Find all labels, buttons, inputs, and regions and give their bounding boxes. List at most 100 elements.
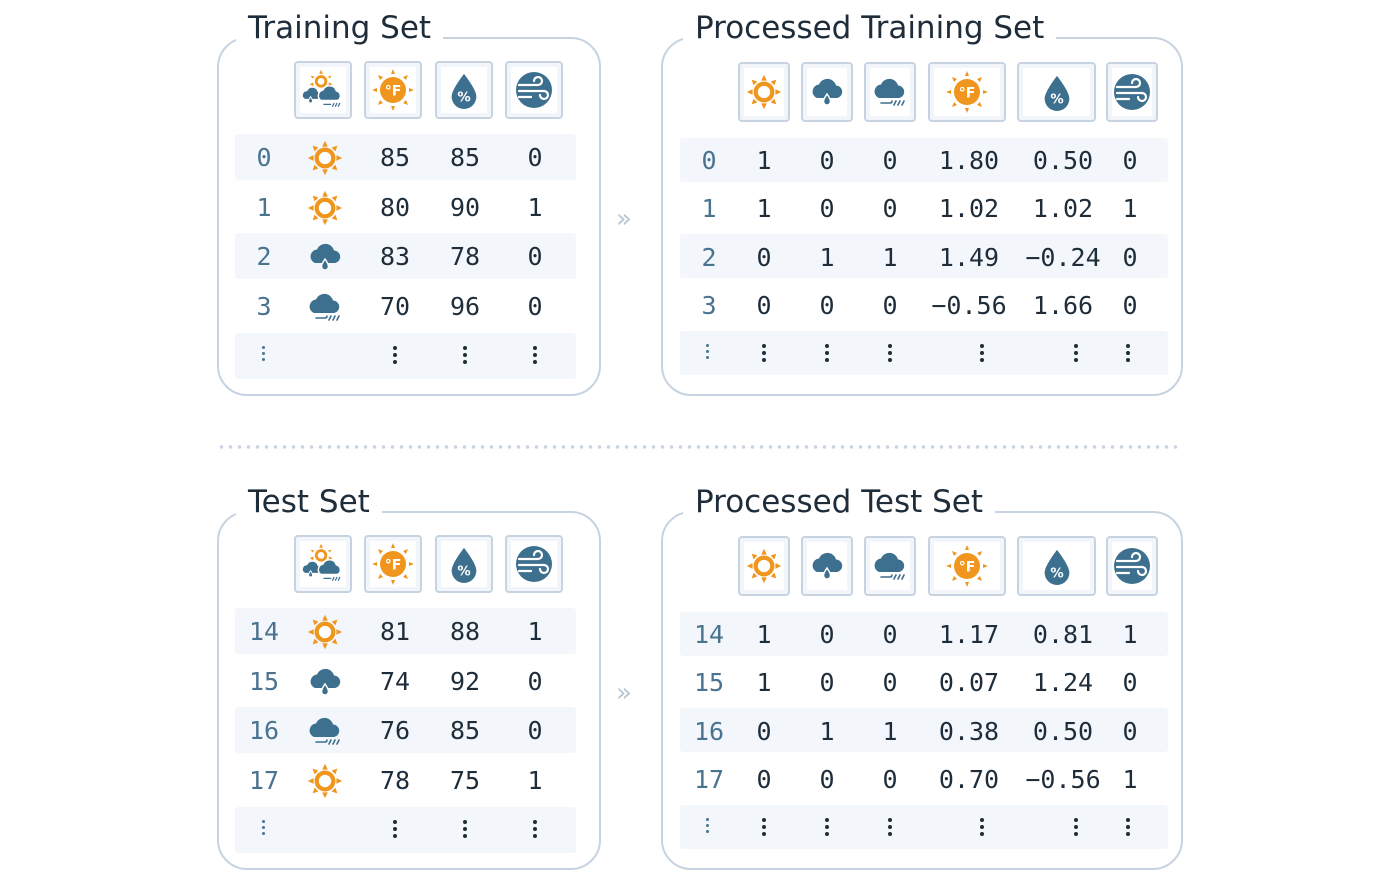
humidity-value: 78: [449, 242, 481, 271]
wind-header: [505, 61, 563, 119]
rain-cloud-header: [801, 62, 853, 122]
temperature-value: 80: [379, 192, 411, 222]
humidity-scaled-value: 0.50: [1032, 146, 1094, 175]
transform-arrow: »: [616, 204, 632, 234]
windy-cloud-icon: [870, 546, 910, 586]
humidity-scaled-value: 1.02: [1032, 194, 1094, 224]
thermometer-fahrenheit-icon: [370, 541, 416, 587]
row-band: [680, 331, 1168, 375]
temperature-value: 81: [379, 617, 411, 646]
wind-icon: [514, 544, 554, 584]
wind-value: 1: [1122, 764, 1138, 794]
thermometer-fahrenheit-header: [928, 62, 1006, 122]
wind-value: 0: [527, 716, 543, 745]
humidity-drop-header: [1017, 62, 1096, 122]
windy-cloud-header: [864, 536, 916, 596]
temperature-header: [364, 535, 422, 593]
wind-icon: [1112, 546, 1152, 586]
thermometer-fahrenheit-icon: [944, 543, 990, 589]
humidity-scaled-value: 0.50: [1032, 716, 1094, 746]
ellipsis-dots: [533, 820, 537, 841]
thermometer-fahrenheit-header: [928, 536, 1006, 596]
rainy-onehot-value: 0: [819, 194, 835, 224]
ellipsis-dots: [463, 820, 467, 841]
rain-cloud-icon: [807, 546, 847, 586]
sunny-onehot-value: 0: [756, 242, 772, 272]
cloudy-onehot-value: 0: [882, 668, 898, 698]
wind-value: 1: [1122, 194, 1138, 224]
row-index: 15: [693, 668, 725, 698]
rainy-onehot-value: 0: [819, 764, 835, 794]
temperature-value: 76: [379, 716, 411, 745]
humidity-scaled-value: 1.66: [1032, 290, 1094, 320]
ellipsis-dots: [262, 346, 266, 364]
sunny-onehot-value: 0: [756, 290, 772, 320]
wind-header: [1106, 536, 1158, 596]
rainy-onehot-value: 0: [819, 290, 835, 320]
humidity-scaled-value: 0.81: [1032, 620, 1094, 649]
rainy-onehot-value: 0: [819, 668, 835, 698]
processed-test-set-title: Processed Test Set: [683, 480, 996, 524]
rain-cloud-icon: [305, 662, 345, 702]
sunny-onehot-value: 0: [756, 716, 772, 746]
row-index: 1: [701, 194, 717, 224]
ellipsis-dots: [463, 346, 467, 367]
row-index: 14: [248, 617, 280, 646]
ellipsis-dots: [888, 344, 892, 365]
ellipsis-dots: [1074, 818, 1078, 839]
wind-value: 0: [527, 143, 543, 172]
windy-cloud-icon: [305, 287, 345, 327]
row-index: 2: [256, 242, 272, 271]
sun-icon: [306, 613, 344, 651]
ellipsis-dots: [825, 818, 829, 839]
sunny-onehot-value: 0: [756, 764, 772, 794]
wind-icon: [514, 70, 554, 110]
sun-icon: [306, 762, 344, 800]
cloudy-onehot-value: 1: [882, 242, 898, 272]
row-index: 1: [256, 192, 272, 222]
humidity-drop-icon: [1038, 73, 1076, 111]
rain-cloud-icon: [807, 72, 847, 112]
row-index: 16: [248, 716, 280, 745]
row-index: 16: [693, 716, 725, 746]
humidity-drop-icon: [1038, 547, 1076, 585]
cloudy-onehot-value: 0: [882, 146, 898, 175]
row-index: 17: [248, 765, 280, 795]
ellipsis-dots: [888, 818, 892, 839]
wind-header: [505, 535, 563, 593]
wind-value: 0: [527, 242, 543, 271]
wind-value: 0: [1122, 290, 1138, 320]
row-index: 0: [701, 146, 717, 175]
cloudy-onehot-value: 0: [882, 194, 898, 224]
humidity-scaled-value: 1.24: [1032, 668, 1094, 698]
sun-icon: [306, 139, 344, 177]
sun-icon: [306, 189, 344, 227]
thermometer-fahrenheit-icon: [370, 67, 416, 113]
ellipsis-dots: [1074, 344, 1078, 365]
cloudy-onehot-value: 1: [882, 716, 898, 746]
temperature-value: 85: [379, 143, 411, 172]
test-set-title: Test Set: [236, 480, 382, 524]
row-index: 15: [248, 666, 280, 696]
rainy-onehot-value: 0: [819, 620, 835, 649]
wind-header: [1106, 62, 1158, 122]
row-index: 2: [701, 242, 717, 272]
sun-cloud-rain-icon: [301, 68, 345, 112]
wind-value: 0: [1122, 146, 1138, 175]
windy-cloud-header: [864, 62, 916, 122]
wind-value: 0: [1122, 242, 1138, 272]
windy-cloud-icon: [305, 711, 345, 751]
rain-cloud-icon: [305, 237, 345, 277]
humidity-value: 85: [449, 716, 481, 745]
row-band: [235, 333, 576, 379]
sunny-onehot-value: 1: [756, 146, 772, 175]
training-set-title: Training Set: [236, 6, 444, 50]
ellipsis-dots: [980, 818, 984, 839]
weather-header: [294, 61, 352, 119]
wind-value: 0: [527, 666, 543, 696]
thermometer-fahrenheit-icon: [944, 69, 990, 115]
ellipsis-dots: [262, 820, 266, 838]
row-band: [235, 807, 576, 853]
temperature-header: [364, 61, 422, 119]
ellipsis-dots: [706, 344, 710, 362]
